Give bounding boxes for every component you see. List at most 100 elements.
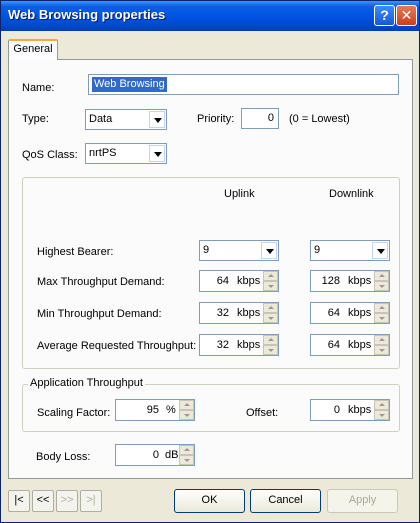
spin-up-icon[interactable] [374,400,389,410]
chevron-down-icon[interactable] [149,145,165,162]
help-button[interactable]: ? [374,5,395,26]
qos-class-select[interactable]: nrtPS [85,143,167,164]
close-button[interactable]: ✕ [396,5,417,26]
body-loss-unit: dB [165,449,179,461]
avg-downlink-unit: kbps [348,339,372,351]
spin-up-icon[interactable] [179,400,194,410]
first-record-button[interactable]: |< [8,490,30,512]
type-label: Type: [22,113,49,125]
chevron-down-icon[interactable] [149,111,165,128]
previous-record-button[interactable]: << [32,490,54,512]
min-downlink-unit: kbps [348,307,372,319]
avg-throughput-label: Average Requested Throughput: [37,340,197,352]
spinner[interactable] [179,445,194,465]
properties-dialog: Web Browsing properties ? ✕ General Name… [0,0,420,523]
qos-class-label: QoS Class: [22,149,78,161]
spin-down-icon[interactable] [374,345,389,355]
body-loss-label: Body Loss: [36,451,91,463]
max-uplink-value: 64 [216,275,229,287]
priority-hint: (0 = Lowest) [289,113,350,125]
scaling-factor-stepper[interactable]: 95 % [115,399,195,421]
highest-bearer-label: Highest Bearer: [37,246,114,258]
name-input[interactable]: Web Browsing [88,74,399,95]
offset-stepper[interactable]: 0 kbps [310,399,390,421]
type-select[interactable]: Data [85,109,167,130]
scaling-factor-unit: % [166,404,176,416]
offset-unit: kbps [348,404,372,416]
spin-down-icon[interactable] [263,345,278,355]
ok-button[interactable]: OK [174,489,245,513]
spinner[interactable] [374,271,389,291]
avg-uplink-unit: kbps [237,339,261,351]
spin-up-icon[interactable] [374,335,389,345]
max-uplink-unit: kbps [237,275,261,287]
avg-throughput-uplink-stepper[interactable]: 32 kbps [199,334,279,356]
cancel-button[interactable]: Cancel [250,489,321,513]
avg-uplink-value: 32 [216,339,229,351]
spin-down-icon[interactable] [374,410,389,420]
spin-down-icon[interactable] [263,281,278,291]
highest-bearer-downlink-select[interactable]: 9 [310,240,390,261]
highest-bearer-uplink-select[interactable]: 9 [199,240,279,261]
spin-up-icon[interactable] [263,271,278,281]
name-label: Name: [22,82,55,94]
tab-general[interactable]: General [8,39,58,60]
spin-up-icon[interactable] [263,303,278,313]
name-value: Web Browsing [92,77,167,92]
downlink-header: Downlink [329,188,374,200]
spinner[interactable] [374,335,389,355]
next-record-button[interactable]: >> [56,490,78,512]
priority-input[interactable]: 0 [241,108,279,129]
throughput-group: Uplink Downlink Highest Bearer: 9 9 Max … [22,177,400,369]
body-loss-value: 0 [152,449,159,461]
min-uplink-unit: kbps [237,307,261,319]
chevron-down-icon[interactable] [261,242,277,259]
title-bar[interactable]: Web Browsing properties ? ✕ [1,1,419,31]
uplink-header: Uplink [224,188,255,200]
chevron-down-icon[interactable] [372,242,388,259]
application-throughput-title: Application Throughput [28,377,145,389]
spinner[interactable] [179,400,194,420]
scaling-factor-value: 95 [146,404,159,416]
min-throughput-uplink-stepper[interactable]: 32 kbps [199,302,279,324]
max-throughput-label: Max Throughput Demand: [37,276,165,288]
spin-up-icon[interactable] [374,271,389,281]
highest-bearer-downlink-value: 9 [314,244,321,256]
spinner[interactable] [263,271,278,291]
min-downlink-value: 64 [327,307,340,319]
max-throughput-downlink-stepper[interactable]: 128 kbps [310,270,390,292]
spin-up-icon[interactable] [374,303,389,313]
spinner[interactable] [374,400,389,420]
spin-down-icon[interactable] [263,313,278,323]
spinner[interactable] [263,335,278,355]
avg-downlink-value: 64 [327,339,340,351]
qos-class-value: nrtPS [89,147,117,159]
min-throughput-downlink-stepper[interactable]: 64 kbps [310,302,390,324]
highest-bearer-uplink-value: 9 [203,244,210,256]
spin-up-icon[interactable] [179,445,194,455]
general-tab-panel: Name: Web Browsing Type: Data Priority: … [8,59,413,479]
spin-down-icon[interactable] [374,313,389,323]
spin-down-icon[interactable] [179,455,194,465]
spin-up-icon[interactable] [263,335,278,345]
spin-down-icon[interactable] [179,410,194,420]
offset-value: 0 [333,404,340,416]
window-title: Web Browsing properties [8,7,166,22]
spinner[interactable] [374,303,389,323]
priority-label: Priority: [197,113,235,125]
priority-value: 0 [267,112,274,124]
max-downlink-value: 128 [321,275,340,287]
spinner[interactable] [263,303,278,323]
last-record-button[interactable]: >| [80,490,102,512]
min-uplink-value: 32 [216,307,229,319]
avg-throughput-downlink-stepper[interactable]: 64 kbps [310,334,390,356]
offset-label: Offset: [246,407,279,419]
min-throughput-label: Min Throughput Demand: [37,308,162,320]
spin-down-icon[interactable] [374,281,389,291]
max-throughput-uplink-stepper[interactable]: 64 kbps [199,270,279,292]
scaling-factor-label: Scaling Factor: [37,407,111,419]
apply-button[interactable]: Apply [327,489,398,513]
application-throughput-group: Application Throughput Scaling Factor: 9… [22,377,400,432]
max-downlink-unit: kbps [348,275,372,287]
body-loss-stepper[interactable]: 0 dB [115,444,195,466]
